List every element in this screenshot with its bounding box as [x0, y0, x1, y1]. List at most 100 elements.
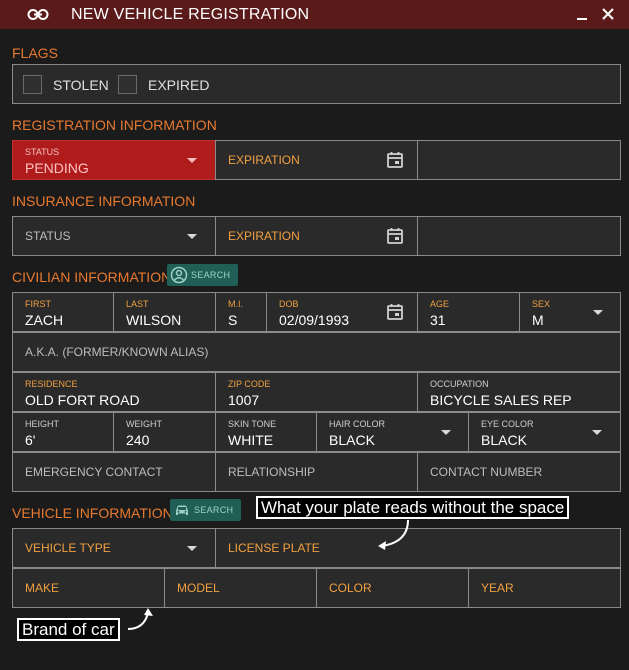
middle-initial-label: M.I.: [228, 299, 243, 309]
occupation-label: OCCUPATION: [430, 379, 489, 389]
insurance-empty-cell: [417, 216, 621, 256]
sex-select[interactable]: SEX M: [519, 292, 621, 332]
residence-field[interactable]: RESIDENCE OLD FORT ROAD: [12, 372, 216, 412]
year-field[interactable]: YEAR: [468, 568, 621, 608]
relationship-field[interactable]: RELATIONSHIP: [215, 452, 418, 492]
relationship-placeholder: RELATIONSHIP: [228, 465, 316, 479]
first-name-label: FIRST: [25, 299, 51, 309]
eye-color-label: EYE COLOR: [481, 419, 534, 429]
calendar-icon[interactable]: [386, 227, 404, 245]
last-name-label: LAST: [126, 299, 149, 309]
skin-tone-value: WHITE: [228, 432, 274, 448]
vehicle-type-label: VEHICLE TYPE: [25, 541, 111, 555]
vehicle-section-title: VEHICLE INFORMATION: [12, 505, 173, 521]
height-field[interactable]: HEIGHT 6': [12, 412, 114, 452]
curved-arrow-icon: [127, 608, 153, 630]
age-label: AGE: [430, 299, 450, 309]
chevron-down-icon: [187, 546, 197, 551]
weight-value: 240: [126, 432, 150, 448]
eye-color-select[interactable]: EYE COLOR BLACK: [468, 412, 621, 452]
contact-number-field[interactable]: CONTACT NUMBER: [417, 452, 621, 492]
contact-number-placeholder: CONTACT NUMBER: [430, 465, 543, 479]
calendar-icon[interactable]: [386, 303, 404, 321]
year-label: YEAR: [481, 581, 514, 595]
color-field[interactable]: COLOR: [316, 568, 469, 608]
insurance-status-label: STATUS: [25, 229, 71, 243]
model-field[interactable]: MODEL: [164, 568, 317, 608]
chevron-down-icon: [592, 430, 602, 435]
car-icon: [176, 505, 188, 515]
expired-checkbox[interactable]: [118, 75, 137, 94]
occupation-field[interactable]: OCCUPATION BICYCLE SALES REP: [417, 372, 621, 412]
stolen-checkbox[interactable]: [23, 75, 42, 94]
vehicle-search-label: SEARCH: [194, 505, 234, 515]
zip-code-value: 1007: [228, 392, 260, 408]
last-name-value: WILSON: [126, 312, 182, 328]
plate-hint-annotation: What your plate reads without the space: [256, 496, 570, 519]
civilian-section-title: CIVILIAN INFORMATION: [12, 269, 172, 285]
eye-color-value: BLACK: [481, 432, 527, 448]
title-bar: NEW VEHICLE REGISTRATION: [0, 0, 629, 29]
registration-expiration-label: EXPIRATION: [228, 153, 300, 167]
calendar-icon[interactable]: [386, 151, 404, 169]
insurance-section-title: INSURANCE INFORMATION: [12, 193, 196, 209]
vehicle-search-button[interactable]: SEARCH: [170, 499, 241, 521]
registration-section-title: REGISTRATION INFORMATION: [12, 117, 217, 133]
skin-tone-field[interactable]: SKIN TONE WHITE: [215, 412, 317, 452]
registration-empty-cell: [417, 140, 621, 180]
age-field[interactable]: AGE 31: [417, 292, 520, 332]
zip-code-field[interactable]: ZIP CODE 1007: [215, 372, 418, 412]
flags-section-title: FLAGS: [12, 45, 58, 61]
flags-box: STOLEN EXPIRED: [12, 64, 621, 104]
emergency-contact-field[interactable]: EMERGENCY CONTACT: [12, 452, 216, 492]
chevron-down-icon: [187, 234, 197, 239]
height-label: HEIGHT: [25, 419, 60, 429]
make-label: MAKE: [25, 581, 60, 595]
license-plate-field[interactable]: LICENSE PLATE: [215, 528, 621, 568]
registration-status-select[interactable]: STATUS PENDING: [12, 140, 216, 180]
residence-label: RESIDENCE: [25, 379, 78, 389]
dob-field[interactable]: DOB 02/09/1993: [266, 292, 418, 332]
weight-field[interactable]: WEIGHT 240: [113, 412, 216, 452]
weight-label: WEIGHT: [126, 419, 162, 429]
hair-color-value: BLACK: [329, 432, 375, 448]
stolen-label: STOLEN: [53, 77, 109, 93]
vehicle-type-select[interactable]: VEHICLE TYPE: [12, 528, 216, 568]
link-icon: [27, 9, 49, 20]
registration-expiration-field[interactable]: EXPIRATION: [215, 140, 418, 180]
height-value: 6': [25, 432, 36, 448]
last-name-field[interactable]: LAST WILSON: [113, 292, 216, 332]
sex-value: M: [532, 312, 544, 328]
make-field[interactable]: MAKE: [12, 568, 165, 608]
hair-color-select[interactable]: HAIR COLOR BLACK: [316, 412, 469, 452]
civilian-search-button[interactable]: SEARCH: [167, 264, 238, 286]
insurance-status-select[interactable]: STATUS: [12, 216, 216, 256]
make-hint-annotation: Brand of car: [17, 618, 120, 641]
dob-label: DOB: [279, 299, 299, 309]
close-icon[interactable]: [600, 6, 616, 22]
window-title: NEW VEHICLE REGISTRATION: [71, 6, 310, 23]
minimize-icon[interactable]: [574, 6, 590, 22]
residence-value: OLD FORT ROAD: [25, 392, 140, 408]
aka-field[interactable]: A.K.A. (FORMER/KNOWN ALIAS): [12, 332, 621, 372]
skin-tone-label: SKIN TONE: [228, 419, 277, 429]
insurance-expiration-label: EXPIRATION: [228, 229, 300, 243]
expired-label: EXPIRED: [148, 77, 210, 93]
chevron-down-icon: [187, 158, 197, 163]
license-plate-label: LICENSE PLATE: [228, 541, 320, 555]
middle-initial-value: S: [228, 312, 238, 328]
sex-label: SEX: [532, 299, 551, 309]
first-name-field[interactable]: FIRST ZACH: [12, 292, 114, 332]
color-label: COLOR: [329, 581, 372, 595]
aka-placeholder: A.K.A. (FORMER/KNOWN ALIAS): [25, 345, 209, 359]
chevron-down-icon: [441, 430, 451, 435]
zip-code-label: ZIP CODE: [228, 379, 271, 389]
dob-value: 02/09/1993: [279, 312, 350, 328]
curved-arrow-icon: [378, 519, 409, 550]
age-value: 31: [430, 312, 446, 328]
first-name-value: ZACH: [25, 312, 64, 328]
middle-initial-field[interactable]: M.I. S: [215, 292, 267, 332]
person-icon: [170, 266, 188, 284]
insurance-expiration-field[interactable]: EXPIRATION: [215, 216, 418, 256]
chevron-down-icon: [593, 310, 603, 315]
